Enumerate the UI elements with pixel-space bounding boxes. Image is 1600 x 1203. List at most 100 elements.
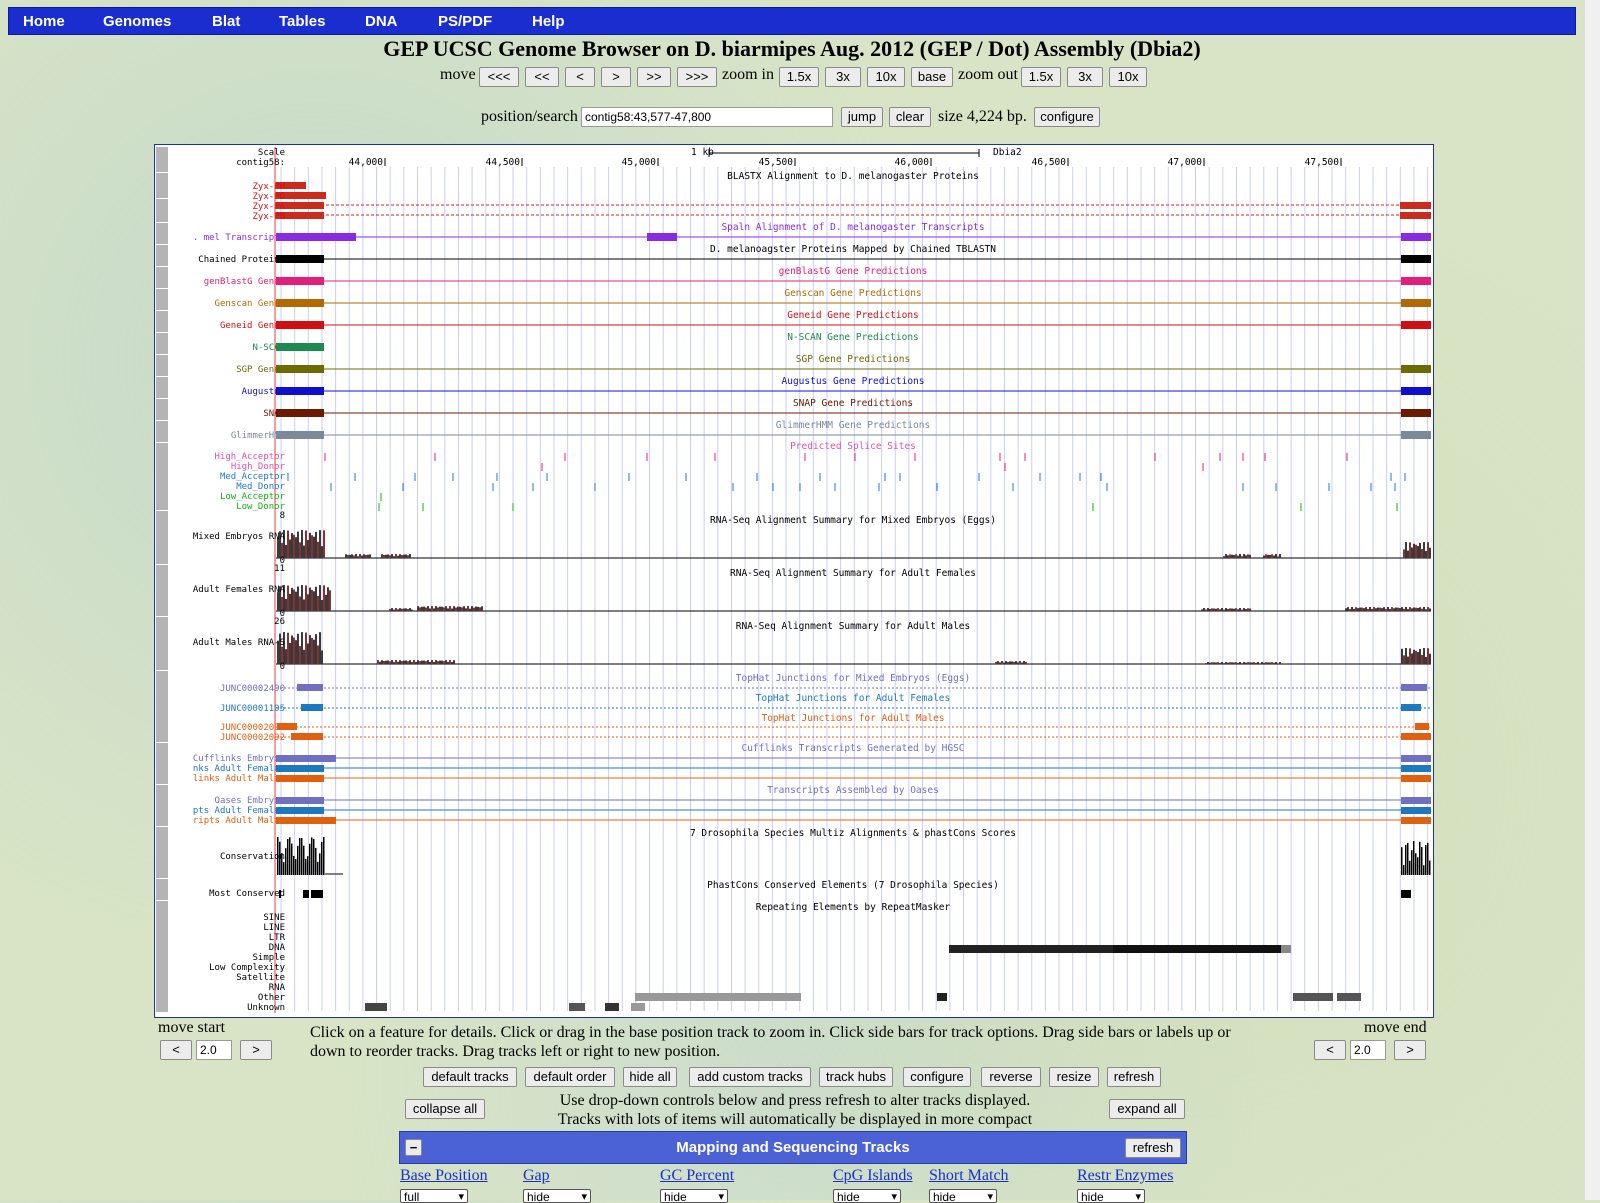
junction-label[interactable]: JUNC00001105: [220, 704, 285, 714]
isoform-label[interactable]: Zyx-PB: [252, 212, 285, 222]
repeat-class-label[interactable]: Simple: [252, 953, 285, 963]
jump-button[interactable]: jump: [841, 107, 883, 127]
zoom-in-3x-button[interactable]: 3x: [825, 67, 861, 87]
nav-genomes[interactable]: Genomes: [103, 13, 171, 30]
oases-label[interactable]: Oases Embryos: [215, 796, 285, 806]
oases-label[interactable]: pts Adult Females: [193, 806, 285, 816]
collapse-all-button[interactable]: collapse all: [405, 1099, 485, 1119]
rnaseq-label[interactable]: Adult Females RNA: [193, 585, 285, 595]
zoom-in-1-5x-button[interactable]: 1.5x: [779, 67, 819, 87]
section-refresh-button[interactable]: refresh: [1125, 1138, 1181, 1158]
track-label[interactable]: N-SCAN: [252, 343, 285, 353]
zoom-out-10x-button[interactable]: 10x: [1109, 67, 1147, 87]
nav-ps-pdf[interactable]: PS/PDF: [438, 13, 492, 30]
track-label[interactable]: SGP Genes: [236, 365, 285, 375]
genome-browser-image[interactable]: Scale contig58: 1 kb Dbia2 44,000 44,500 4…: [154, 144, 1434, 1018]
rnaseq-label[interactable]: Adult Males RNA-S: [193, 638, 285, 648]
track-mode-select[interactable]: hide: [929, 1189, 997, 1203]
repeat-class-label[interactable]: Other: [258, 993, 285, 1003]
page-scrollbar[interactable]: [1584, 0, 1600, 1200]
track-label[interactable]: . mel Transcripts: [193, 233, 285, 243]
track-link-gc-percent[interactable]: GC Percent: [660, 1167, 734, 1185]
track-hubs-button[interactable]: track hubs: [819, 1067, 893, 1087]
isoform-label[interactable]: Zyx-PG: [252, 192, 285, 202]
splice-row-label[interactable]: Low_Acceptor: [220, 492, 285, 502]
configure-top-button[interactable]: configure: [1034, 107, 1100, 127]
track-link-restr-enzymes[interactable]: Restr Enzymes: [1077, 1167, 1173, 1185]
zoom-out-1-5x-button[interactable]: 1.5x: [1021, 67, 1061, 87]
default-tracks-button[interactable]: default tracks: [423, 1067, 517, 1087]
splice-row-label[interactable]: High_Acceptor: [215, 452, 285, 462]
move-start-left-button[interactable]: <: [160, 1040, 192, 1060]
nav-help[interactable]: Help: [532, 13, 565, 30]
move-start-right-button[interactable]: >: [240, 1040, 272, 1060]
zoom-in-10x-button[interactable]: 10x: [867, 67, 905, 87]
expand-all-button[interactable]: expand all: [1109, 1099, 1185, 1119]
zoom-out-3x-button[interactable]: 3x: [1067, 67, 1103, 87]
track-label[interactable]: Genscan Genes: [215, 299, 285, 309]
move-start-input[interactable]: [196, 1040, 232, 1060]
track-link-base-position[interactable]: Base Position: [400, 1167, 488, 1185]
cufflinks-label[interactable]: nks Adult Females: [193, 764, 285, 774]
junction-label[interactable]: JUNC00002490: [220, 684, 285, 694]
move-right-button[interactable]: >: [601, 67, 631, 87]
repeat-class-label[interactable]: Low Complexity: [209, 963, 285, 973]
nav-dna[interactable]: DNA: [365, 13, 398, 30]
nav-tables[interactable]: Tables: [279, 13, 325, 30]
resize-button[interactable]: resize: [1049, 1067, 1099, 1087]
splice-row-label[interactable]: Med_Acceptor: [220, 472, 285, 482]
nav-home[interactable]: Home: [23, 13, 65, 30]
repeat-class-label[interactable]: RNA: [269, 983, 285, 993]
track-label[interactable]: Chained Proteins: [198, 255, 285, 265]
oases-label[interactable]: ripts Adult Males: [193, 816, 285, 826]
zoom-base-button[interactable]: base: [911, 67, 953, 87]
nav-blat[interactable]: Blat: [212, 13, 240, 30]
track-mode-select[interactable]: hide: [1077, 1189, 1145, 1203]
move-end-right-button[interactable]: >: [1394, 1040, 1426, 1060]
track-mode-select[interactable]: full: [400, 1189, 468, 1203]
track-label[interactable]: Augustus: [242, 387, 285, 397]
move-right-mid-button[interactable]: >>: [637, 67, 671, 87]
conservation-label[interactable]: Conservation: [220, 852, 285, 862]
move-end-input[interactable]: [1350, 1040, 1386, 1060]
track-link-cpg-islands[interactable]: CpG Islands: [833, 1167, 913, 1185]
track-label[interactable]: Geneid Genes: [220, 321, 285, 331]
rnaseq-label[interactable]: Mixed Embryos RNA: [193, 532, 285, 542]
default-order-button[interactable]: default order: [525, 1067, 615, 1087]
repeat-class-label[interactable]: Satellite: [236, 973, 285, 983]
cufflinks-label[interactable]: links Adult Males: [193, 774, 285, 784]
most-conserved-label[interactable]: Most Conserved: [209, 889, 285, 899]
add-custom-tracks-button[interactable]: add custom tracks: [689, 1067, 811, 1087]
track-link-short-match[interactable]: Short Match: [929, 1167, 1009, 1185]
hide-all-button[interactable]: hide all: [623, 1067, 677, 1087]
track-mode-select[interactable]: hide: [833, 1189, 901, 1203]
repeat-class-label[interactable]: Unknown: [247, 1003, 285, 1013]
isoform-label[interactable]: Zyx-PA: [252, 202, 285, 212]
track-label[interactable]: genBlastG Genes: [204, 277, 285, 287]
track-label[interactable]: GlimmerHMM: [231, 431, 285, 441]
refresh-button[interactable]: refresh: [1107, 1067, 1161, 1087]
clear-button[interactable]: clear: [889, 107, 931, 127]
isoform-label[interactable]: Zyx-PH: [252, 182, 285, 192]
configure-button[interactable]: configure: [903, 1067, 971, 1087]
junction-label[interactable]: JUNC00002091: [220, 723, 285, 733]
move-left-button[interactable]: <: [565, 67, 595, 87]
repeat-class-label[interactable]: LTR: [269, 933, 285, 943]
splice-row-label[interactable]: High_Donor: [231, 462, 285, 472]
move-left-mid-button[interactable]: <<: [525, 67, 559, 87]
repeat-class-label[interactable]: LINE: [263, 923, 285, 933]
track-mode-select[interactable]: hide: [660, 1189, 728, 1203]
repeat-class-label[interactable]: SINE: [263, 913, 285, 923]
move-end-left-button[interactable]: <: [1314, 1040, 1346, 1060]
track-label[interactable]: SNAP: [263, 409, 285, 419]
move-right-far-button[interactable]: >>>: [677, 67, 717, 87]
junction-label[interactable]: JUNC00002092: [220, 733, 285, 743]
track-link-gap[interactable]: Gap: [523, 1167, 550, 1185]
splice-row-label[interactable]: Med_Donor: [236, 482, 285, 492]
track-mode-select[interactable]: hide: [523, 1189, 591, 1203]
repeat-class-label[interactable]: DNA: [269, 943, 285, 953]
cufflinks-label[interactable]: Cufflinks Embryos: [193, 754, 285, 764]
splice-row-label[interactable]: Low_Donor: [236, 502, 285, 512]
position-search-input[interactable]: [581, 107, 833, 127]
reverse-button[interactable]: reverse: [981, 1067, 1041, 1087]
